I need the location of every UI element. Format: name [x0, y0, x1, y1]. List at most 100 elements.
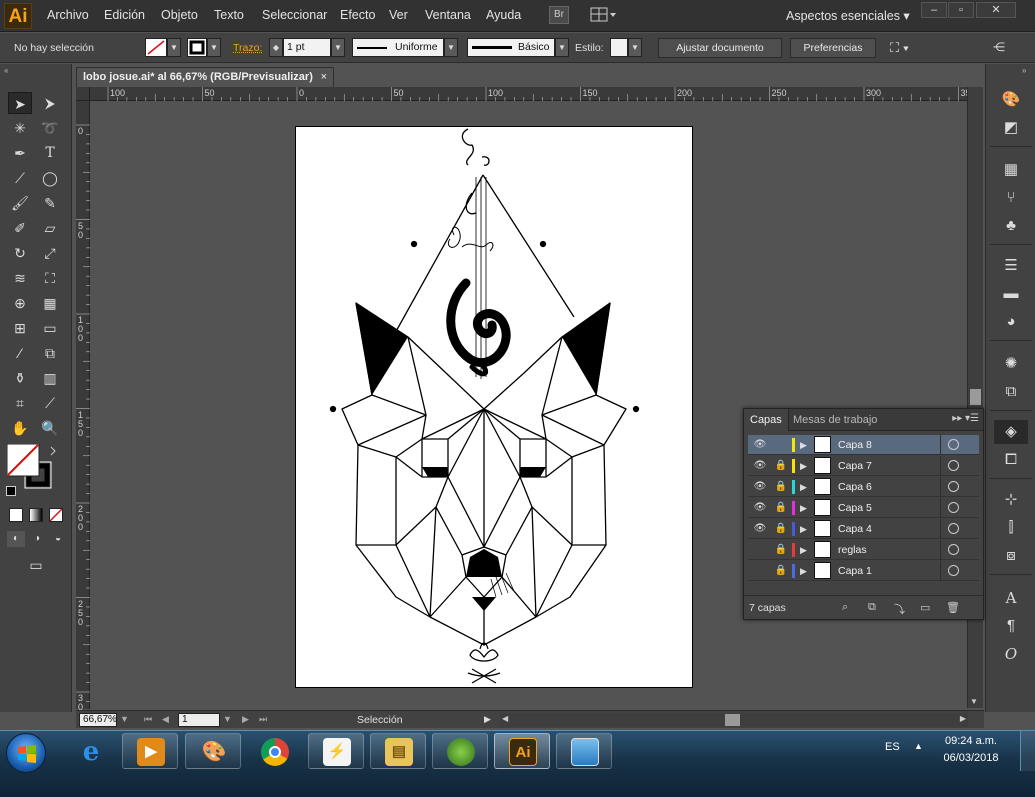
layer-name[interactable]: Capa 6: [838, 481, 872, 493]
ruler-origin[interactable]: [76, 87, 90, 101]
layer-row[interactable]: 🔒 ▶ Capa 1: [748, 561, 979, 581]
target-circle-icon[interactable]: [948, 523, 959, 534]
color-guide-icon[interactable]: ◩: [994, 116, 1028, 140]
expand-layer-icon[interactable]: ▶: [800, 543, 807, 557]
maximize-button[interactable]: ▫: [948, 2, 974, 18]
lock-icon[interactable]: 🔒: [774, 459, 788, 473]
horizontal-scroll-thumb[interactable]: [725, 714, 740, 726]
document-tab[interactable]: lobo josue.ai* al 66,67% (RGB/Previsuali…: [76, 67, 334, 87]
layer-row[interactable]: 👁 🔒 ▶ Capa 4: [748, 519, 979, 539]
layer-name[interactable]: Capa 8: [838, 439, 872, 451]
expand-layer-icon[interactable]: ▶: [800, 438, 807, 452]
paragraph-panel-icon[interactable]: ¶: [994, 614, 1028, 638]
profile-dropdown[interactable]: ▼: [444, 38, 458, 57]
hand-tool-icon[interactable]: ✋: [8, 417, 32, 439]
swatches-panel-icon[interactable]: ▦: [994, 158, 1028, 182]
target-circle-icon[interactable]: [948, 439, 959, 450]
workspace-switcher[interactable]: Aspectos esenciales ▾: [786, 8, 910, 23]
stroke-swatch[interactable]: [187, 38, 207, 57]
show-desktop-button[interactable]: [1020, 731, 1035, 771]
taskbar-games[interactable]: [432, 733, 488, 769]
shape-builder-tool-icon[interactable]: ⊕: [8, 292, 32, 314]
scroll-down-arrow[interactable]: ▼: [970, 697, 978, 706]
create-new-layer-icon[interactable]: ▭: [920, 601, 930, 614]
artboard[interactable]: [295, 126, 693, 688]
layer-row[interactable]: 👁 🔒 ▶ Capa 5: [748, 498, 979, 518]
close-button[interactable]: ✕: [976, 2, 1016, 18]
layer-row[interactable]: 👁 🔒 ▶ Capa 6: [748, 477, 979, 497]
magic-wand-tool-icon[interactable]: ✳: [8, 117, 32, 139]
taskbar-photo-viewer[interactable]: [556, 733, 612, 769]
arrange-documents-button[interactable]: [590, 6, 618, 24]
close-tab-icon[interactable]: ×: [321, 68, 327, 86]
menu-objeto[interactable]: Objeto: [161, 8, 198, 22]
ellipse-tool-icon[interactable]: ◯: [38, 167, 62, 189]
direct-selection-tool-icon[interactable]: ⮞: [38, 92, 62, 114]
align-panel-icon[interactable]: ⫿: [994, 516, 1028, 540]
taskbar-file-explorer[interactable]: ▤: [370, 733, 426, 769]
screen-mode-icon[interactable]: ▭: [24, 554, 48, 576]
previous-artboard-icon[interactable]: ◀: [162, 714, 169, 725]
arrange-objects-icon[interactable]: ⛶ ▾: [890, 40, 909, 56]
target-circle-icon[interactable]: [948, 544, 959, 555]
layer-name[interactable]: reglas: [838, 544, 867, 556]
layer-name[interactable]: Capa 7: [838, 460, 872, 472]
wolf-artwork[interactable]: [296, 127, 694, 689]
brushes-panel-icon[interactable]: ⑂: [994, 186, 1028, 210]
panel-options-icon[interactable]: ▸▸ ▾☰: [952, 413, 979, 424]
pencil-tool-icon[interactable]: ✎: [38, 192, 62, 214]
draw-normal-icon[interactable]: ◐: [7, 531, 25, 547]
layer-row[interactable]: 🔒 ▶ reglas: [748, 540, 979, 560]
taskbar-chrome[interactable]: [246, 733, 302, 769]
bridge-button[interactable]: Br: [549, 6, 569, 24]
clock-date[interactable]: 06/03/2018: [940, 752, 1002, 764]
blob-brush-tool-icon[interactable]: ✐: [8, 217, 32, 239]
fill-swatch[interactable]: [145, 38, 167, 57]
appearance-panel-icon[interactable]: ✺: [994, 352, 1028, 376]
stroke-dropdown[interactable]: ▼: [207, 38, 221, 57]
clock-time[interactable]: 09:24 a.m.: [940, 735, 1002, 747]
layer-row[interactable]: 👁 🔒 ▶ Capa 7: [748, 456, 979, 476]
stroke-stepper[interactable]: ◆: [269, 38, 283, 57]
width-tool-icon[interactable]: ≋: [8, 267, 32, 289]
visibility-eye-icon[interactable]: 👁: [752, 459, 768, 473]
minimize-button[interactable]: –: [921, 2, 947, 18]
tab-layers[interactable]: Capas: [744, 409, 789, 431]
mesh-tool-icon[interactable]: ⊞: [8, 317, 32, 339]
brush-definition[interactable]: Básico: [467, 38, 555, 57]
menu-texto[interactable]: Texto: [214, 8, 244, 22]
last-artboard-icon[interactable]: ⏭: [259, 714, 267, 725]
artboard-dropdown-icon[interactable]: ▼: [223, 714, 232, 724]
draw-behind-icon[interactable]: ◑: [28, 531, 46, 547]
gradient-panel-icon[interactable]: ▬: [994, 282, 1028, 306]
visibility-eye-icon[interactable]: 👁: [752, 501, 768, 515]
visibility-eye-icon[interactable]: [752, 564, 768, 578]
menu-ver[interactable]: Ver: [389, 8, 408, 22]
first-artboard-icon[interactable]: ⏮: [144, 714, 152, 725]
line-tool-icon[interactable]: ⟋: [8, 167, 32, 189]
symbol-sprayer-tool-icon[interactable]: ⚱: [8, 367, 32, 389]
lock-icon[interactable]: [774, 438, 788, 452]
tab-artboards[interactable]: Mesas de trabajo: [787, 409, 883, 431]
locate-object-icon[interactable]: ⌕: [842, 601, 848, 614]
zoom-level-field[interactable]: 66,67%: [79, 713, 117, 727]
color-panel-icon[interactable]: 🎨: [994, 88, 1028, 112]
target-circle-icon[interactable]: [948, 481, 959, 492]
selection-tool-icon[interactable]: ➤: [8, 92, 32, 114]
target-circle-icon[interactable]: [948, 565, 959, 576]
layers-panel-icon[interactable]: ◈: [994, 420, 1028, 444]
transform-panel-icon[interactable]: ⊹: [994, 488, 1028, 512]
none-mode-icon[interactable]: [49, 508, 63, 522]
style-swatch[interactable]: [610, 38, 628, 57]
taskbar-internet-explorer[interactable]: e: [62, 733, 118, 769]
slice-tool-icon[interactable]: ⟋: [38, 392, 62, 414]
perspective-grid-tool-icon[interactable]: ▦: [38, 292, 62, 314]
expand-layer-icon[interactable]: ▶: [800, 564, 807, 578]
gradient-tool-icon[interactable]: ▭: [38, 317, 62, 339]
visibility-eye-icon[interactable]: 👁: [752, 438, 768, 452]
stroke-label[interactable]: Trazo:: [233, 42, 262, 54]
start-button[interactable]: [6, 733, 46, 773]
gradient-mode-icon[interactable]: [29, 508, 43, 522]
panel-menu-icon[interactable]: ⋲: [993, 40, 1005, 54]
layer-name[interactable]: Capa 1: [838, 565, 872, 577]
